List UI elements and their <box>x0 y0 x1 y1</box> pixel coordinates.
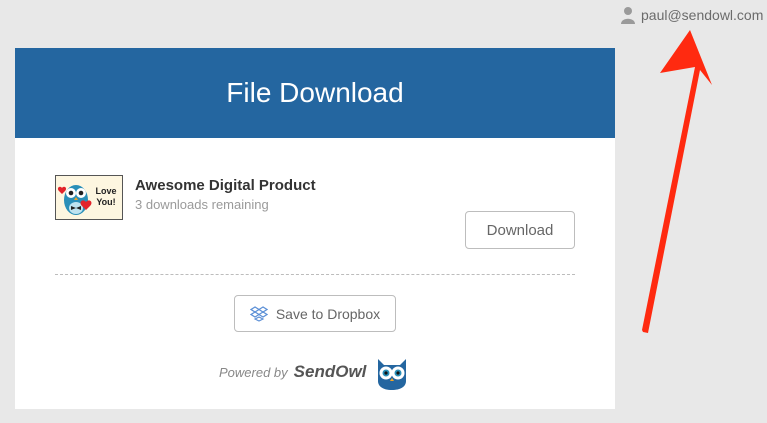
user-email: paul@sendowl.com <box>641 7 764 23</box>
powered-by: Powered by SendOwl <box>219 353 412 391</box>
powered-by-text: Powered by <box>219 364 288 380</box>
product-row: Love You! Awesome Digital Product 3 down… <box>55 175 575 255</box>
owl-logo-icon <box>372 353 412 391</box>
dropbox-icon <box>249 305 268 322</box>
brand-name: SendOwl <box>293 362 367 381</box>
product-thumbnail: Love You! <box>55 175 123 220</box>
downloads-remaining: 3 downloads remaining <box>135 197 269 212</box>
divider <box>55 274 575 275</box>
card-header: File Download <box>15 48 615 138</box>
page-title: File Download <box>226 77 404 108</box>
download-button[interactable]: Download <box>465 211 575 249</box>
user-icon <box>620 6 636 24</box>
thumbnail-text: Love You! <box>95 186 117 207</box>
save-to-dropbox-button[interactable]: Save to Dropbox <box>234 295 396 332</box>
user-account[interactable]: paul@sendowl.com <box>620 6 763 24</box>
dropbox-label: Save to Dropbox <box>275 305 381 322</box>
product-name: Awesome Digital Product <box>135 177 316 194</box>
